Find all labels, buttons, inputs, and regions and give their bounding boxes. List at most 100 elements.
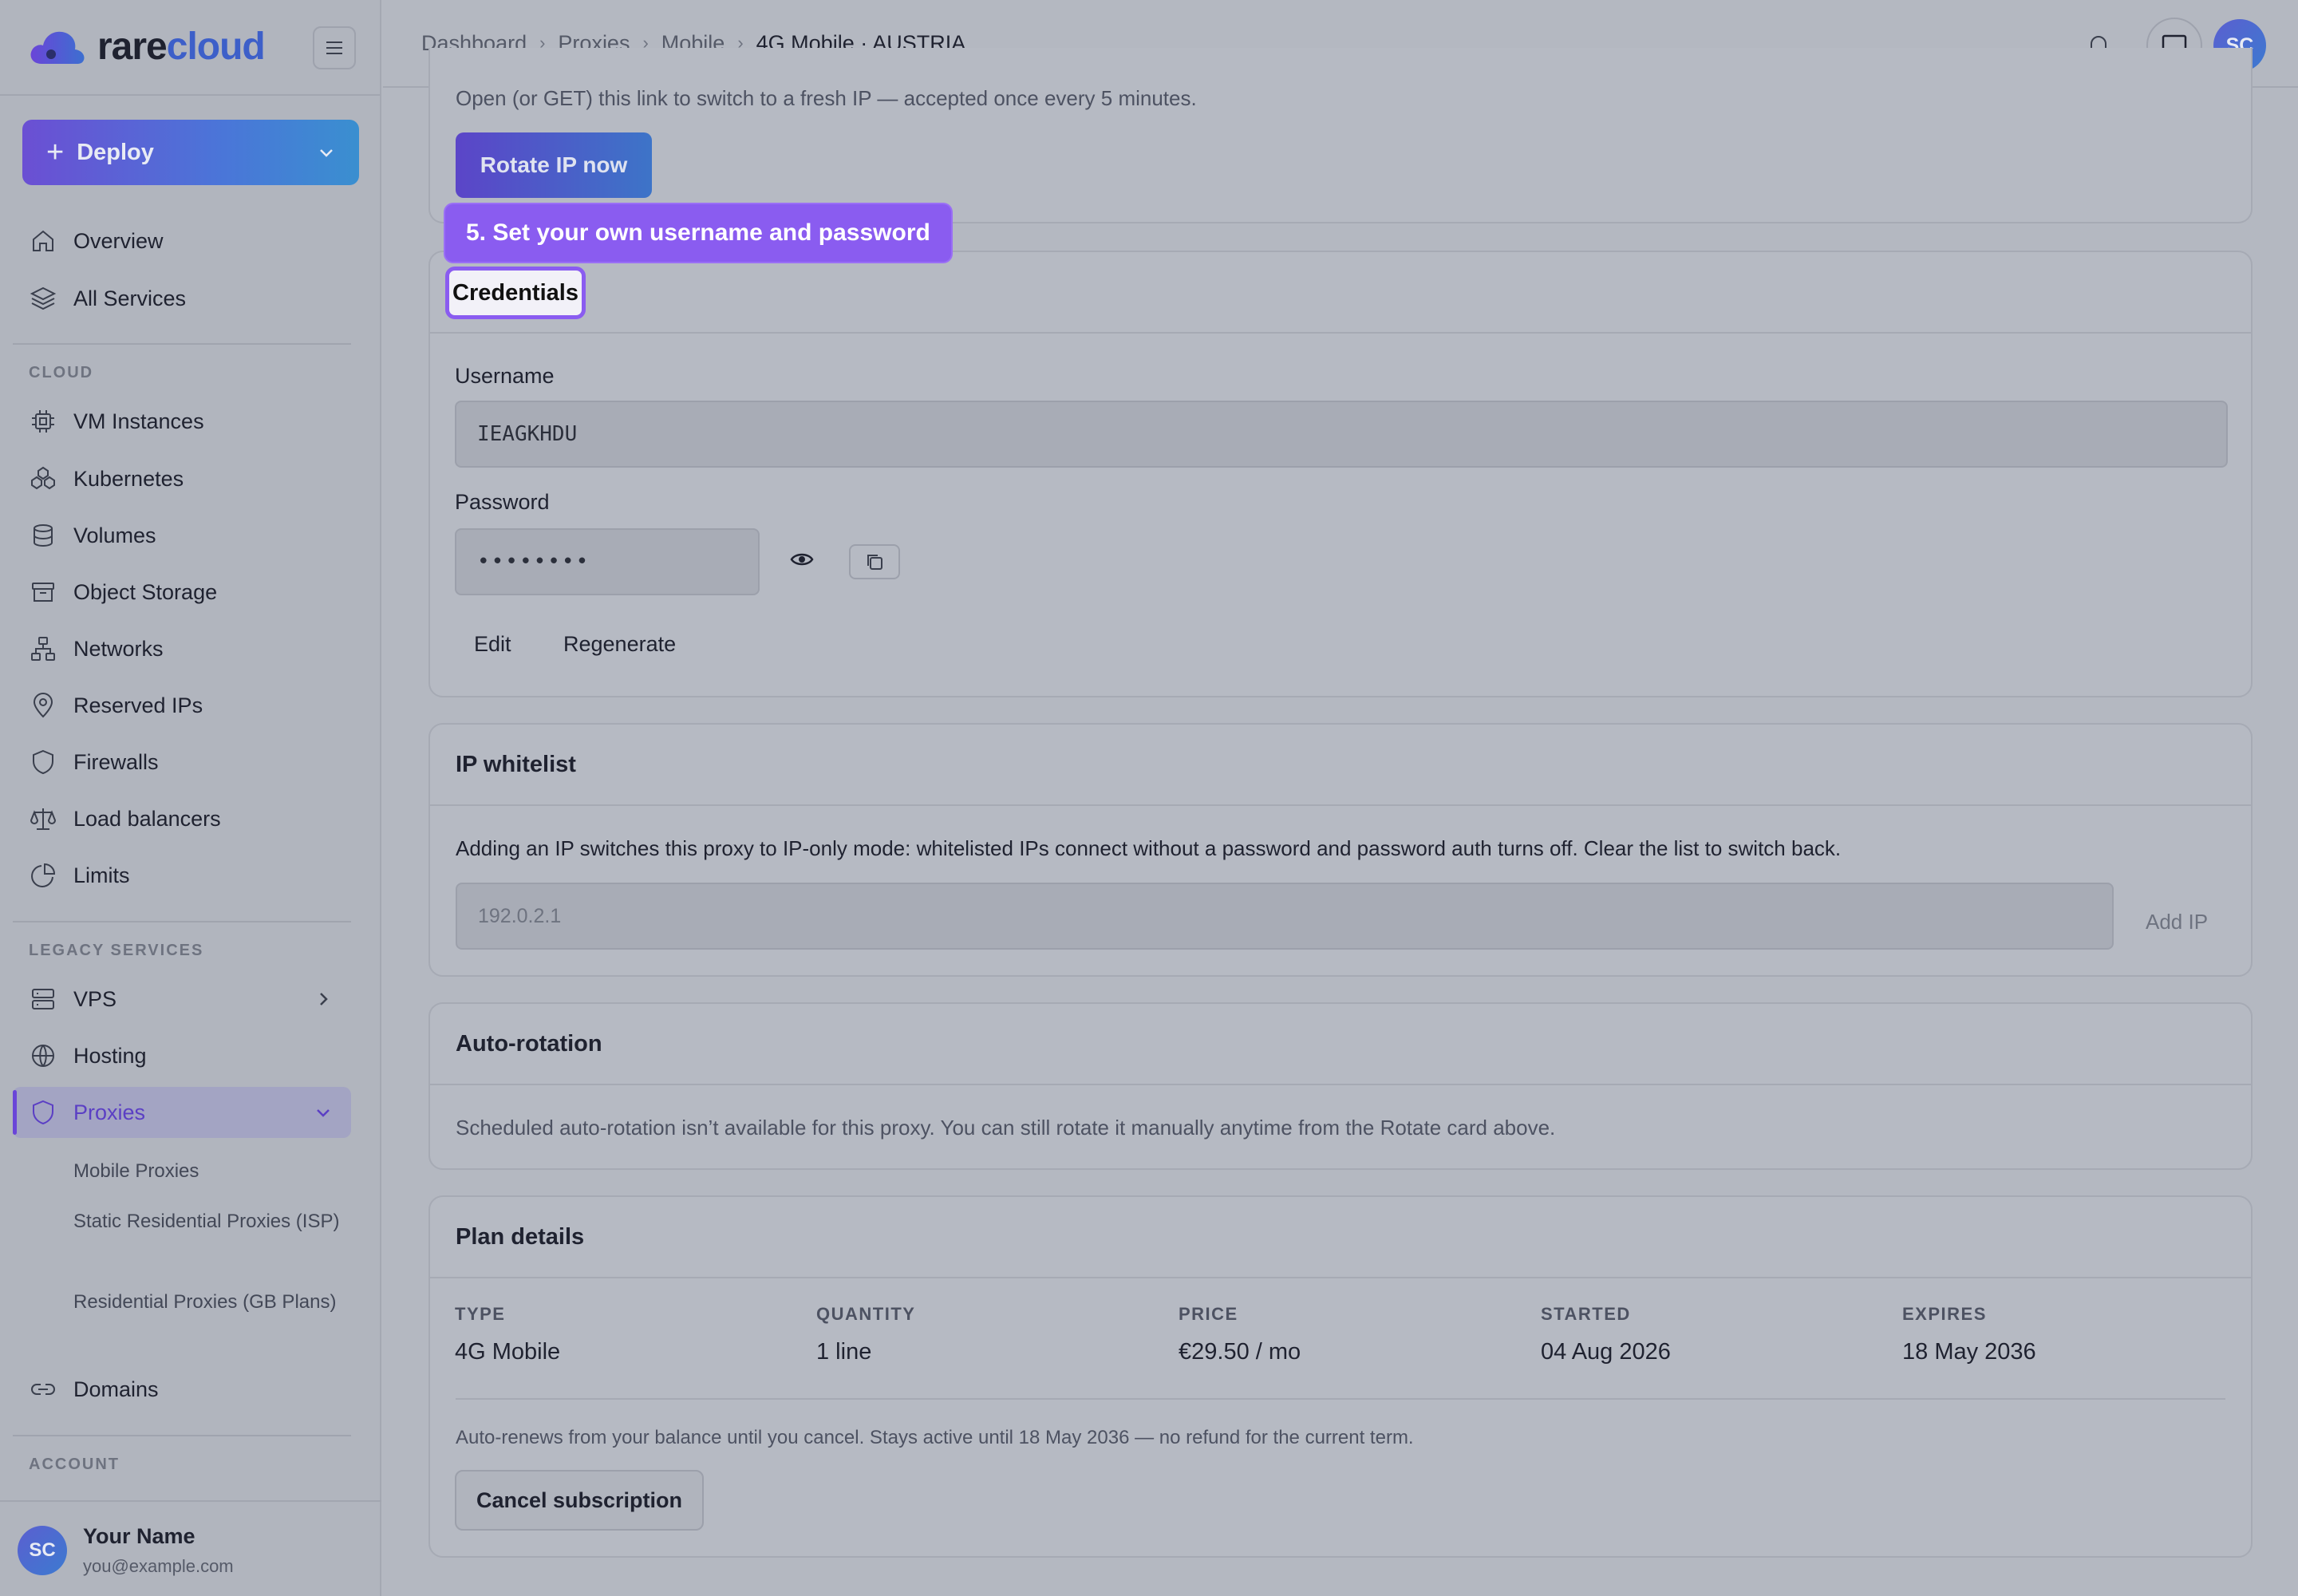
chevron-down-icon — [320, 149, 333, 157]
plan-type-label: TYPE — [455, 1304, 506, 1324]
sidebar-item-label: Hosting — [73, 1043, 147, 1068]
sidebar-item-label: Firewalls — [73, 749, 159, 774]
edit-credentials-button[interactable]: Edit — [474, 632, 511, 657]
archive-icon — [32, 583, 54, 602]
sidebar-item-label: Load balancers — [73, 806, 221, 831]
rotate-description: Open (or GET) this link to switch to a f… — [456, 86, 1197, 110]
ip-whitelist-title: IP whitelist — [430, 725, 2251, 806]
username-field[interactable]: IEAGKHDU — [455, 401, 2228, 468]
sidebar-item-reserved-ips[interactable]: Reserved IPs — [13, 680, 351, 731]
cancel-subscription-button[interactable]: Cancel subscription — [455, 1470, 704, 1531]
cpu-icon — [32, 410, 54, 433]
logo-text: rarecloud — [97, 25, 266, 69]
auto-rotation-description: Scheduled auto-rotation isn’t available … — [456, 1116, 1556, 1140]
sidebar-item-volumes[interactable]: Volumes — [13, 510, 351, 561]
eye-icon[interactable] — [790, 549, 814, 570]
sidebar-item-label: Object Storage — [73, 579, 218, 604]
cloud-logo-icon — [30, 31, 85, 64]
sidebar-item-label: Proxies — [73, 1100, 146, 1124]
ip-whitelist-placeholder: 192.0.2.1 — [478, 904, 562, 927]
link-icon — [31, 1384, 55, 1395]
sidebar-subitem-residential-gb[interactable]: Residential Proxies (GB Plans) — [73, 1288, 345, 1317]
sidebar-item-domains[interactable]: Domains — [13, 1364, 351, 1415]
server-icon — [32, 989, 54, 1009]
sidebar-item-vm-instances[interactable]: VM Instances — [13, 396, 351, 447]
rotate-card: Open (or GET) this link to switch to a f… — [428, 48, 2253, 223]
plan-price: PRICE €29.50 / mo — [1179, 1304, 1301, 1365]
sidebar-item-label: Kubernetes — [73, 466, 184, 491]
layers-icon — [30, 286, 57, 310]
logo[interactable]: rarecloud — [27, 24, 266, 69]
section-label-account: ACCOUNT — [29, 1456, 120, 1473]
deploy-button[interactable]: + Deploy — [22, 120, 359, 185]
globe-icon — [32, 1045, 54, 1067]
map-pin-icon — [33, 693, 53, 718]
sidebar-item-firewalls[interactable]: Firewalls — [13, 737, 351, 788]
menu-icon — [326, 41, 342, 54]
plan-expires: EXPIRES 18 May 2036 — [1902, 1304, 2036, 1365]
user-profile[interactable]: SC Your Name you@example.com — [0, 1500, 381, 1596]
sidebar-item-label: Reserved IPs — [73, 693, 203, 717]
plan-expires-value: 18 May 2036 — [1902, 1339, 2036, 1365]
plan-started: STARTED 04 Aug 2026 — [1541, 1304, 1671, 1365]
sidebar-item-object-storage[interactable]: Object Storage — [13, 567, 351, 618]
password-field[interactable]: •••••••• — [455, 528, 760, 595]
shield-icon — [33, 749, 53, 775]
logo-text-part2: cloud — [166, 25, 266, 68]
database-icon — [34, 524, 53, 547]
sidebar-item-label: Overview — [73, 228, 164, 253]
home-icon — [33, 230, 53, 251]
username-value: IEAGKHDU — [477, 422, 578, 446]
kubernetes-icon — [31, 466, 55, 490]
deploy-label: Deploy — [77, 139, 154, 165]
sidebar-item-networks[interactable]: Networks — [13, 623, 351, 674]
onboarding-callout: 5. Set your own username and password — [445, 204, 951, 262]
sidebar-item-label: VM Instances — [73, 409, 204, 433]
sidebar-item-label: Domains — [73, 1377, 159, 1401]
sidebar-item-all-services[interactable]: All Services — [13, 273, 351, 324]
sidebar-item-label: Limits — [73, 863, 130, 887]
sidebar-item-label: Networks — [73, 636, 164, 661]
plan-price-label: PRICE — [1179, 1304, 1238, 1324]
add-ip-button[interactable]: Add IP — [2146, 910, 2208, 934]
plan-started-value: 04 Aug 2026 — [1541, 1339, 1671, 1365]
sidebar-subitem-static-residential[interactable]: Static Residential Proxies (ISP) — [73, 1207, 345, 1236]
sidebar-item-label: VPS — [73, 986, 117, 1011]
sidebar-top: rarecloud — [0, 0, 380, 96]
password-value: •••••••• — [477, 550, 590, 574]
shield-icon — [33, 1100, 53, 1125]
sidebar-item-vps[interactable]: VPS — [13, 974, 351, 1025]
username-label: Username — [455, 364, 555, 388]
sidebar-item-proxies[interactable]: Proxies — [13, 1087, 351, 1138]
credentials-title: Credentials — [445, 267, 586, 319]
ip-whitelist-card: IP whitelist Adding an IP switches this … — [428, 723, 2253, 977]
regenerate-credentials-button[interactable]: Regenerate — [563, 632, 676, 657]
section-label-cloud: CLOUD — [29, 364, 94, 381]
rotate-ip-button[interactable]: Rotate IP now — [456, 132, 652, 198]
plan-details-title: Plan details — [430, 1197, 2251, 1278]
sidebar-divider — [13, 343, 351, 345]
avatar: SC — [18, 1526, 67, 1575]
credentials-card-header — [430, 252, 2251, 334]
sidebar-item-hosting[interactable]: Hosting — [13, 1030, 351, 1081]
profile-name: Your Name — [83, 1524, 195, 1548]
sidebar-divider — [13, 921, 351, 922]
plan-renewal-note: Auto-renews from your balance until you … — [456, 1427, 1414, 1448]
copy-icon — [867, 555, 882, 570]
plan-type-value: 4G Mobile — [455, 1339, 561, 1365]
sidebar-item-load-balancers[interactable]: Load balancers — [13, 793, 351, 844]
copy-password-button[interactable] — [849, 544, 900, 579]
sidebar-item-kubernetes[interactable]: Kubernetes — [13, 453, 351, 504]
sidebar-item-label: All Services — [73, 286, 187, 310]
section-label-legacy: LEGACY SERVICES — [29, 942, 204, 959]
ip-whitelist-input[interactable]: 192.0.2.1 — [456, 883, 2114, 950]
network-icon — [31, 637, 55, 661]
sidebar-item-overview[interactable]: Overview — [13, 215, 351, 267]
plan-type: TYPE 4G Mobile — [455, 1304, 560, 1365]
sidebar-subitem-mobile-proxies[interactable]: Mobile Proxies — [73, 1157, 345, 1186]
sidebar-toggle-button[interactable] — [313, 26, 356, 69]
scale-icon — [30, 808, 57, 830]
auto-rotation-card: Auto-rotation Scheduled auto-rotation is… — [428, 1002, 2253, 1170]
sidebar-item-limits[interactable]: Limits — [13, 850, 351, 901]
plan-quantity-label: QUANTITY — [816, 1304, 916, 1324]
